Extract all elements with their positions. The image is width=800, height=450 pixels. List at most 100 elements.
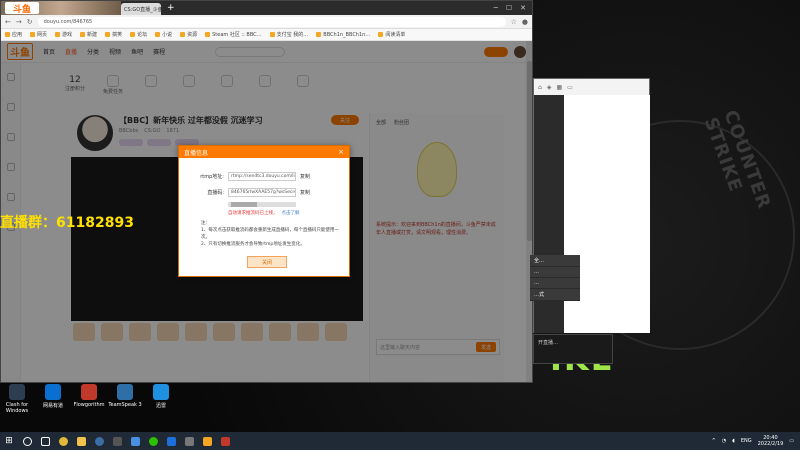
explorer-icon[interactable]	[72, 432, 90, 450]
forward-icon[interactable]: →	[16, 18, 22, 26]
window-icon[interactable]: ▭	[567, 84, 573, 91]
window-controls: ─ ☐ ✕	[494, 4, 532, 12]
app-icon[interactable]	[180, 432, 198, 450]
bookmark-icon	[205, 32, 211, 37]
volume-icon[interactable]: ◖	[732, 438, 735, 444]
minimize-icon[interactable]: ─	[494, 4, 498, 12]
context-menu-item[interactable]: …式	[530, 289, 580, 301]
bookmark-item[interactable]: 网页	[30, 31, 47, 38]
browser-window[interactable]: 斗鱼 CS:GO直播_斗鱼… + ─ ☐ ✕ ← → ↻ douyu.com/8…	[0, 0, 533, 383]
bookmark-item[interactable]: 论坛	[130, 31, 147, 38]
bookmark-item[interactable]: 小说	[155, 31, 172, 38]
app-icon[interactable]	[108, 432, 126, 450]
bookmark-item[interactable]: 阅读清单	[378, 31, 405, 38]
reload-icon[interactable]: ↻	[27, 18, 33, 26]
system-tray: ^ ◔ ◖ ENG 20:40 2022/2/19 ▭	[712, 435, 800, 447]
screen: COUNTER STRIKE IKE 直播群：61182893 斗鱼 CS:GO…	[0, 0, 800, 450]
desktop-shortcut[interactable]: Flowgorithm	[72, 384, 106, 414]
windows-start-icon[interactable]: ⊞	[0, 432, 18, 450]
desktop-shortcut[interactable]: Clash for Windows	[0, 384, 34, 414]
note-1: 1、每次点击获取推流码都会重新生成直播码，每个直播码只能使用一次。	[201, 228, 339, 240]
language-indicator[interactable]: ENG	[741, 438, 752, 444]
new-tab-button[interactable]: +	[167, 3, 175, 13]
desktop-shortcut[interactable]: 迅雷	[144, 384, 178, 414]
chrome-icon[interactable]	[54, 432, 72, 450]
notes-title: 注：	[201, 221, 210, 226]
key-label: 直播码:	[207, 190, 224, 196]
bookmark-icon	[269, 32, 275, 37]
tab-thumbnail: 斗鱼	[1, 1, 121, 15]
dialog-close-icon[interactable]: ×	[338, 148, 344, 156]
copy-rtmp-button[interactable]: 复制	[300, 173, 310, 180]
secondary-window-toolbar: ⌂ ◈ ▦ ▭	[534, 79, 649, 95]
copy-key-button[interactable]: 复制	[300, 189, 310, 196]
notification-text: 开直播…	[538, 340, 559, 346]
app-icon[interactable]	[216, 432, 234, 450]
bookmark-icon	[105, 32, 111, 37]
back-icon[interactable]: ←	[5, 18, 11, 26]
url-input[interactable]: douyu.com/846765	[37, 16, 506, 27]
bookmark-label: 网页	[37, 32, 48, 38]
profile-icon[interactable]: ●	[522, 18, 528, 26]
dialog-title: 直播信息	[184, 149, 209, 157]
bookmark-item[interactable]: 支付宝 我的…	[269, 31, 308, 38]
bookmark-label: BBCh1n_BBCh1n…	[323, 31, 371, 38]
steam-icon[interactable]	[90, 432, 108, 450]
tab-douyu[interactable]: CS:GO直播_斗鱼…	[121, 3, 161, 15]
bookmark-item[interactable]: 应用	[5, 31, 22, 38]
gamepad-icon[interactable]: ◈	[547, 84, 552, 91]
bookmark-label: 资源	[187, 32, 198, 38]
bookmark-item[interactable]: Steam 社区 :: BBC…	[205, 31, 262, 38]
desktop-icons: Clash for Windows 网易有道 Flowgorithm TeamSpea…	[0, 384, 178, 414]
desktop-shortcut[interactable]: TeamSpeak 3	[108, 384, 142, 414]
app-icon[interactable]	[162, 432, 180, 450]
app-icon	[153, 384, 169, 400]
key-field-scroll-thumb[interactable]	[231, 202, 257, 207]
taskview-icon[interactable]	[36, 432, 54, 450]
desktop-shortcut-label: Flowgorithm	[73, 402, 105, 408]
bookmark-icon	[130, 32, 136, 37]
bookmark-icon	[155, 32, 161, 37]
chevron-up-icon[interactable]: ^	[712, 438, 716, 444]
app-icon	[9, 384, 25, 400]
app-icon[interactable]	[126, 432, 144, 450]
app-icon[interactable]	[198, 432, 216, 450]
key-field-scrollbar[interactable]	[228, 202, 296, 207]
stream-key-field[interactable]: 846765rIwXAAE57g?wsSecret=**********	[228, 188, 296, 197]
bookmark-item[interactable]: BBCh1n_BBCh1n…	[316, 32, 370, 38]
rtmp-field[interactable]: rtmp://sendtc3.douyu.com/live	[228, 172, 296, 181]
context-menu-item[interactable]: …	[530, 278, 580, 289]
address-bar: ← → ↻ douyu.com/846765 ☆ ●	[1, 15, 532, 29]
desktop-shortcut[interactable]: 网易有道	[36, 384, 70, 414]
learn-more-link[interactable]: 点击了解	[282, 211, 300, 216]
bookmark-icon	[180, 32, 186, 37]
app-icon	[45, 384, 61, 400]
bookmark-label: 搞笑	[112, 32, 123, 38]
grid-icon[interactable]: ▦	[556, 84, 562, 91]
wechat-icon[interactable]	[144, 432, 162, 450]
notification-window[interactable]: 开直播…	[533, 334, 613, 364]
context-menu-item[interactable]: 全…	[530, 255, 580, 267]
bookmark-icon	[55, 32, 61, 37]
notification-icon[interactable]: ▭	[789, 438, 794, 444]
network-icon[interactable]: ◔	[722, 438, 726, 444]
bookmark-item[interactable]: 游戏	[55, 31, 72, 38]
stream-group-overlay: 直播群：61182893	[0, 215, 134, 231]
bookmark-item[interactable]: 资源	[180, 31, 197, 38]
desktop-shortcut-label: 网易有道	[42, 403, 63, 409]
search-icon[interactable]	[18, 432, 36, 450]
context-menu-item[interactable]: …	[530, 267, 580, 278]
note-2: 2、只有切换推流服务才会导致rtmp地址发生变化。	[201, 242, 305, 247]
close-icon[interactable]: ✕	[520, 4, 526, 12]
dialog-close-button[interactable]: 关闭	[247, 256, 287, 268]
clock[interactable]: 20:40 2022/2/19	[758, 435, 784, 447]
maximize-icon[interactable]: ☐	[506, 4, 512, 12]
bookmark-label: Steam 社区 :: BBC…	[212, 32, 262, 38]
bookmark-icon	[316, 32, 322, 37]
star-icon[interactable]: ☆	[511, 18, 517, 26]
bookmark-item[interactable]: 搞笑	[105, 31, 122, 38]
home-icon[interactable]: ⌂	[538, 84, 542, 91]
bookmark-item[interactable]: 新建	[80, 31, 97, 38]
bookmark-label: 阅读清单	[385, 32, 406, 38]
desktop-shortcut-label: Clash for Windows	[5, 402, 29, 414]
